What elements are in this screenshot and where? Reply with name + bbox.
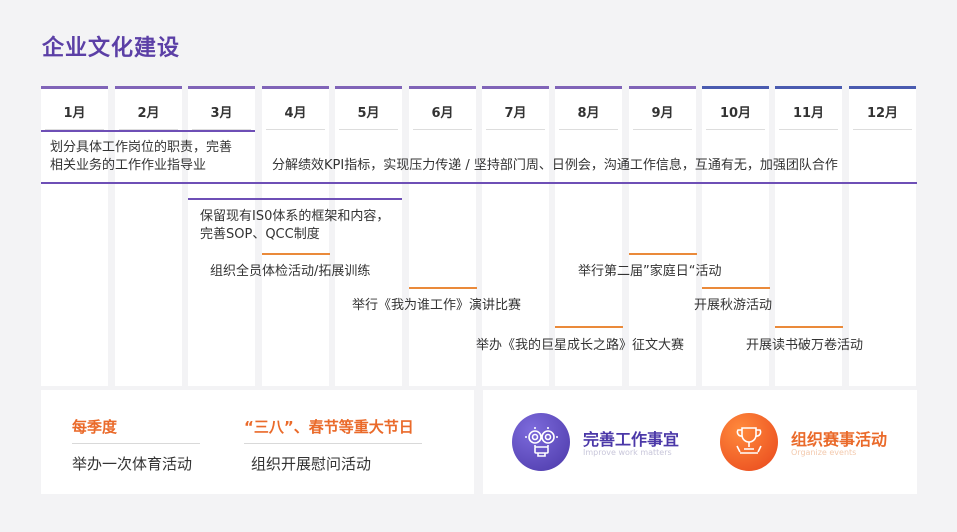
month-label: 7月: [504, 106, 527, 121]
activity-responsibilities: 划分具体工作岗位的职责，完善: [50, 140, 233, 155]
timeline-bar-kpi: [41, 182, 917, 184]
month-column-5: 5月: [335, 86, 402, 386]
divider: [244, 443, 422, 444]
activity-speech: 举行《我为谁工作》演讲比赛: [352, 298, 522, 313]
activity-essay: 举办《我的巨星成长之路》征文大赛: [476, 338, 685, 353]
holiday-text: 组织开展慰问活动: [251, 455, 372, 473]
quarterly-title: 每季度: [72, 418, 118, 436]
activity-iso: 保留现有IS0体系的框架和内容，: [200, 209, 390, 224]
divider: [706, 129, 765, 130]
divider: [559, 129, 618, 130]
activity-responsibilities-2: 相关业务的工作作业指导业: [50, 158, 207, 173]
month-label: 3月: [210, 106, 233, 121]
timeline-bar-autumn: [702, 287, 770, 289]
divider: [266, 129, 325, 130]
holiday-title: “三八”、春节等重大节日: [244, 418, 414, 436]
events-subtitle: Organize events: [791, 448, 857, 457]
activity-family: 举行第二届”家庭日“活动: [578, 264, 722, 279]
divider: [339, 129, 398, 130]
activity-reading: 开展读书破万卷活动: [746, 338, 864, 353]
month-column-6: 6月: [409, 86, 476, 386]
activity-health: 组织全员体检活动/拓展训练: [210, 264, 371, 279]
divider: [413, 129, 472, 130]
gears-icon: [512, 413, 570, 471]
month-label: 2月: [137, 106, 160, 121]
divider: [72, 443, 200, 444]
timeline-bar-family: [629, 253, 697, 255]
improve-subtitle: Improve work matters: [583, 448, 672, 457]
timeline-bar-iso: [188, 198, 402, 200]
timeline-bar-reading: [775, 326, 843, 328]
bottom-left-panel: 每季度 举办一次体育活动 “三八”、春节等重大节日 组织开展慰问活动: [41, 390, 474, 494]
timeline-bar-responsibilities: [41, 130, 255, 132]
month-label: 8月: [577, 106, 600, 121]
timeline-bar-essay: [555, 326, 623, 328]
month-label: 1月: [63, 106, 86, 121]
divider: [486, 129, 545, 130]
improve-title: 完善工作事宜: [583, 430, 680, 449]
activity-autumn: 开展秋游活动: [694, 298, 773, 313]
quarterly-text: 举办一次体育活动: [72, 455, 193, 473]
month-label: 4月: [284, 106, 307, 121]
divider: [633, 129, 692, 130]
month-label: 11月: [792, 106, 825, 121]
month-label: 6月: [431, 106, 454, 121]
month-label: 5月: [357, 106, 380, 121]
bottom-right-panel: 完善工作事宜 Improve work matters 组织赛事活动 Organ…: [483, 390, 917, 494]
divider: [853, 129, 912, 130]
activity-iso-2: 完善SOP、QCC制度: [200, 227, 320, 242]
page-title: 企业文化建设: [42, 36, 181, 61]
timeline-bar-health: [262, 253, 330, 255]
month-label: 9月: [651, 106, 674, 121]
trophy-icon: [720, 413, 778, 471]
month-label: 10月: [719, 106, 752, 121]
month-label: 12月: [866, 106, 899, 121]
activity-kpi: 分解绩效KPI指标，实现压力传递 / 坚持部门周、日例会，沟通工作信息，互通有无…: [272, 158, 838, 173]
timeline-bar-speech: [409, 287, 477, 289]
divider: [779, 129, 838, 130]
events-title: 组织赛事活动: [791, 430, 888, 449]
